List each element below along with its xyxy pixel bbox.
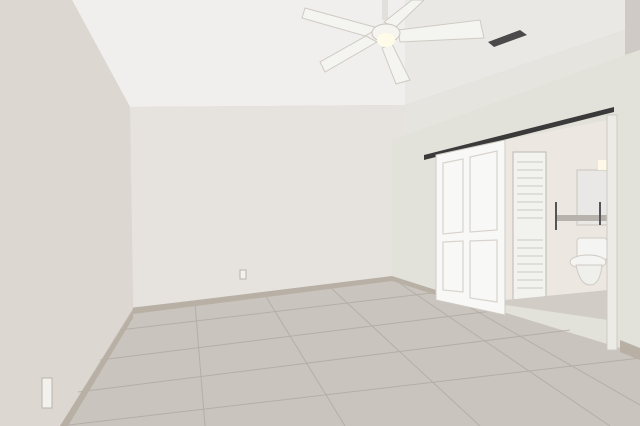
back-wall: [130, 105, 405, 308]
power-outlet-icon: [41, 377, 53, 409]
room-photo: [0, 0, 640, 426]
door-frame-right: [606, 114, 618, 351]
room-scene: [0, 0, 640, 426]
louvered-door: [512, 151, 547, 301]
power-outlet-back-icon: [239, 269, 247, 280]
